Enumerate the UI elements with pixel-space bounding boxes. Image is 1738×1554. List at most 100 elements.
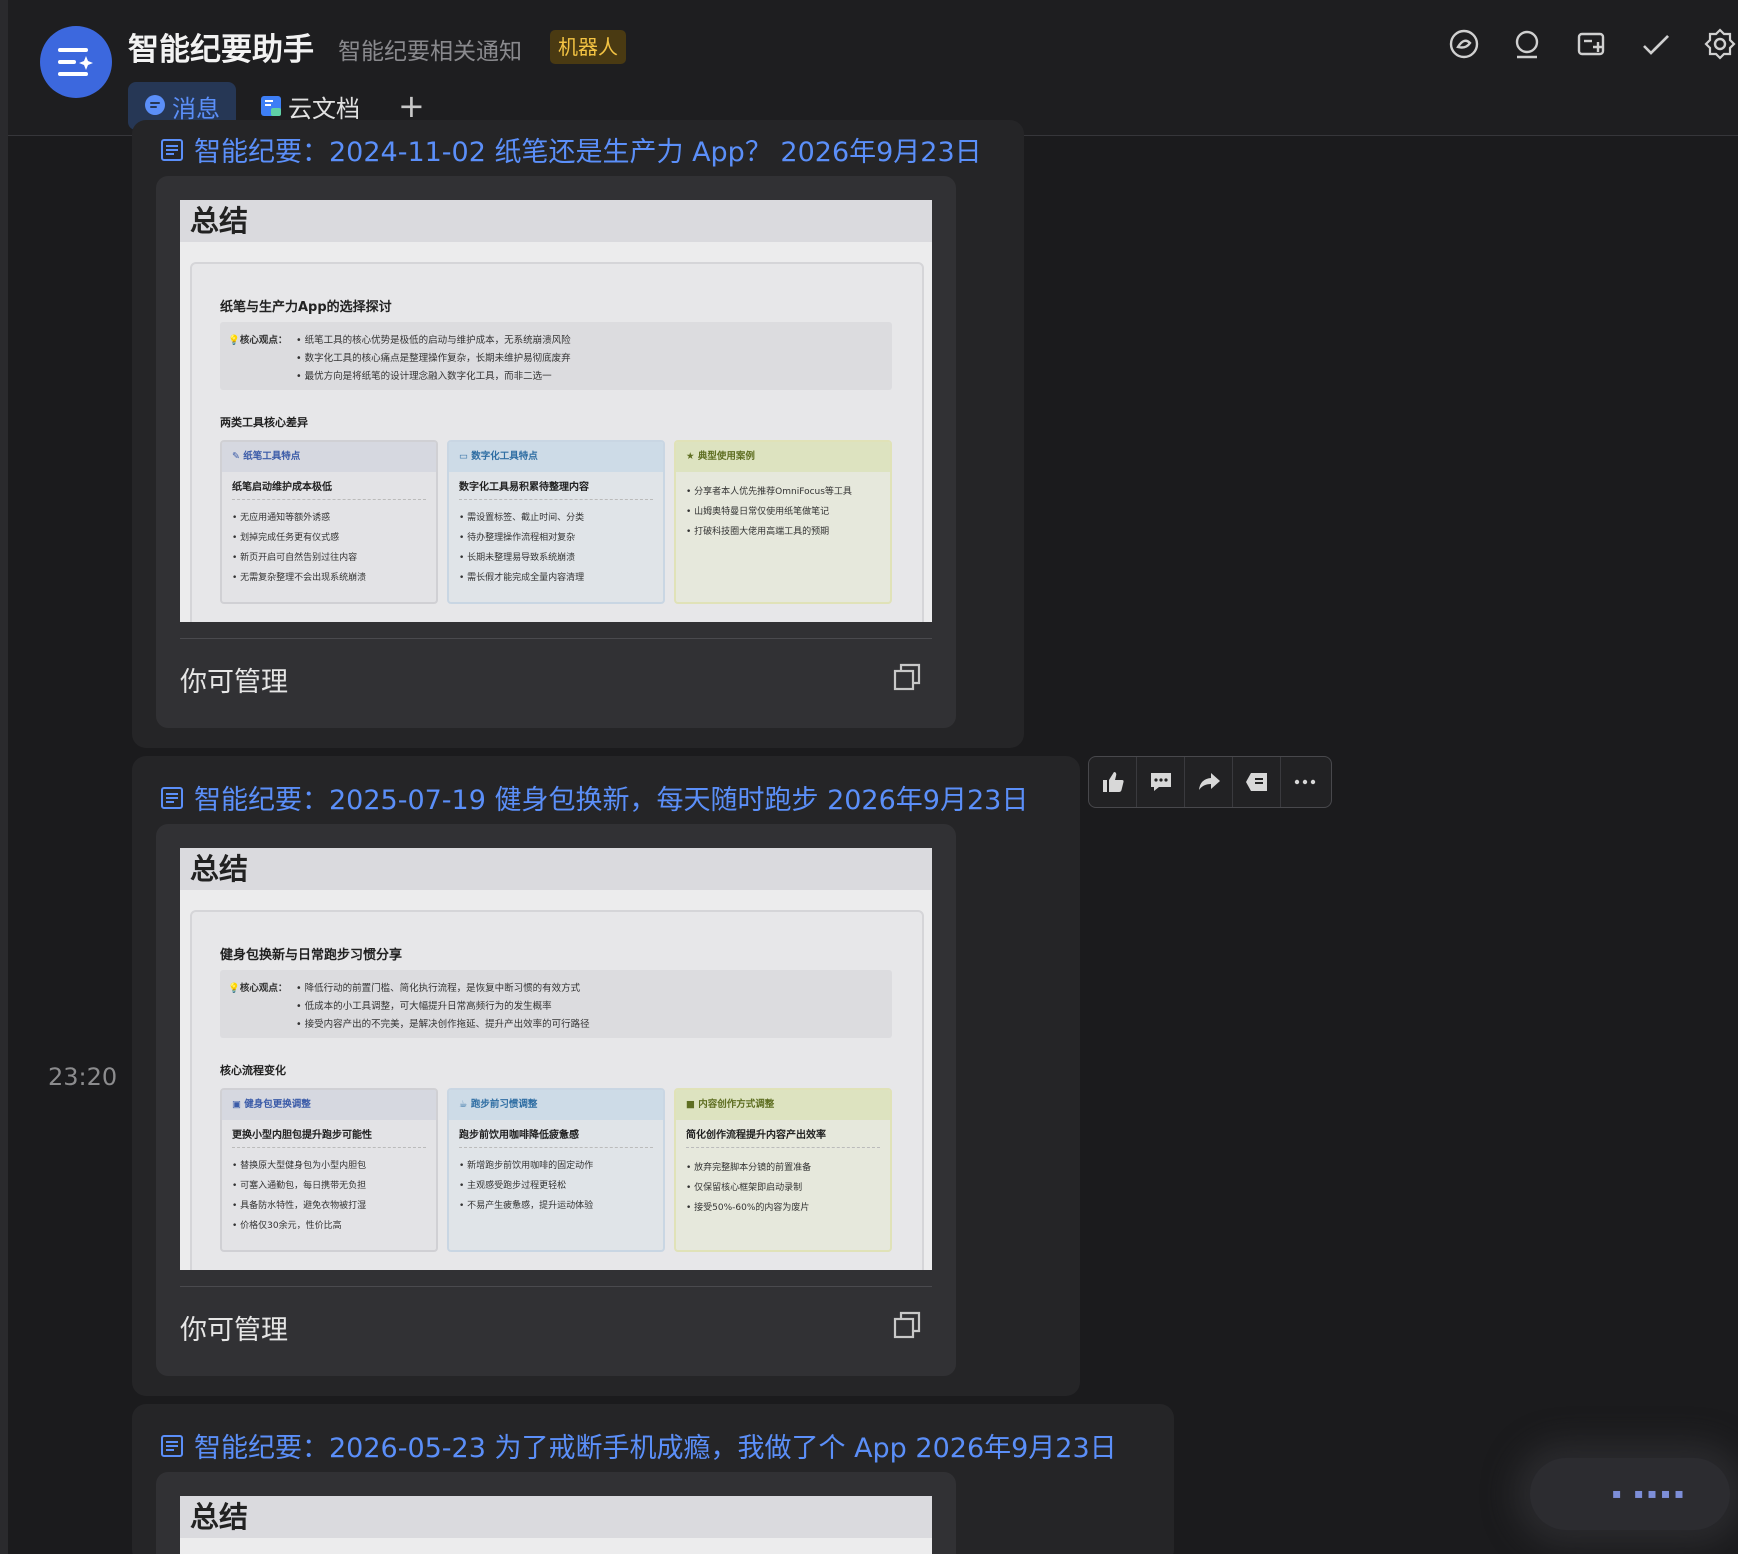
card-footer-text: 你可管理 — [180, 1315, 288, 1346]
message-action-toolbar — [1088, 756, 1332, 808]
forward-icon[interactable] — [1185, 757, 1233, 807]
column-head-text: 数字化工具特点 — [471, 451, 538, 462]
quote-icon[interactable] — [1233, 757, 1281, 807]
summary-card[interactable]: 总结 纸笔与生产力App的选择探讨 💡核心观点： 纸笔工具的核心优势是极低的启动… — [156, 176, 956, 728]
column-head-text: 跑步前习惯调整 — [470, 1099, 538, 1110]
core-point: 降低行动的前置门槛、简化执行流程，是恢复中断习惯的有效方式 — [296, 980, 590, 998]
left-frame — [0, 0, 8, 1554]
column-card: ▣ 健身包更换调整 更换小型内胆包提升跑步可能性 替换原大型健身包为小型内胆包 … — [220, 1088, 438, 1252]
column-item: 具备防水特性，避免衣物被打湿 — [232, 1196, 426, 1216]
column-item: 划掉完成任务更有仪式感 — [232, 528, 426, 548]
column-sub: 数字化工具易积累待整理内容 — [459, 478, 653, 500]
summary-preview-image[interactable]: 总结 健身包换新与日常跑步习惯分享 💡核心观点： 降低行动的前置门槛、简化执行流… — [180, 848, 932, 1270]
column-sub: 跑步前饮用咖啡降低疲惫感 — [459, 1126, 653, 1148]
column-items: 放弃完整脚本分镜的前置准备 仅保留核心框架即启动录制 接受50%-60%的内容为… — [676, 1148, 890, 1226]
doc-title: 纸笔与生产力App的选择探讨 — [220, 300, 392, 315]
column-item: 接受50%-60%的内容为废片 — [686, 1198, 880, 1218]
message-bubble[interactable]: 智能纪要：2025-07-19 健身包换新，每天随时跑步 2026年9月23日 … — [132, 756, 1080, 1396]
pin-icon[interactable] — [1446, 26, 1482, 62]
column-item: 替换原大型健身包为小型内胆包 — [232, 1156, 426, 1176]
message-title-link[interactable]: 智能纪要：2025-07-19 健身包换新，每天随时跑步 2026年9月23日 — [160, 778, 1028, 817]
column-head-text: 内容创作方式调整 — [698, 1099, 775, 1110]
summary-doc-panel: 纸笔与生产力App的选择探讨 💡核心观点： 纸笔工具的核心优势是极低的启动与维护… — [190, 262, 924, 622]
chat-bubble-icon — [145, 95, 165, 115]
summary-doc-panel: 健身包换新与日常跑步习惯分享 💡核心观点： 降低行动的前置门槛、简化执行流程，是… — [190, 910, 924, 1270]
core-point: 接受内容产出的不完美，是解决创作拖延、提升产出效率的可行路径 — [296, 1016, 590, 1034]
document-icon — [161, 1434, 183, 1457]
section-title: 核心流程变化 — [220, 1064, 286, 1077]
column-items: 需设置标签、截止时间、分类 待办整理操作流程相对复杂 长期未整理易导致系统崩溃 … — [449, 500, 663, 596]
header-actions — [1446, 26, 1738, 62]
column-head: ★ 典型使用案例 — [676, 442, 890, 472]
summary-card[interactable]: 总结 健身包换新与日常跑步习惯分享 💡核心观点： 降低行动的前置门槛、简化执行流… — [156, 824, 956, 1376]
chat-title: 智能纪要助手 — [128, 32, 314, 68]
bot-avatar[interactable] — [40, 26, 112, 98]
message-timestamp: 23:20 — [48, 1063, 118, 1091]
column-item: 无应用通知等额外诱惑 — [232, 508, 426, 528]
column-head-text: 纸笔工具特点 — [243, 451, 301, 462]
core-point: 数字化工具的核心痛点是整理操作复杂，长期未维护易彻底废弃 — [296, 350, 571, 368]
check-icon[interactable] — [1638, 26, 1674, 62]
column-head-text: 健身包更换调整 — [244, 1099, 311, 1110]
column-item: 新页开启可自然告别过往内容 — [232, 548, 426, 568]
column-sub: 纸笔启动维护成本极低 — [232, 478, 426, 500]
chat-header: 智能纪要助手 智能纪要相关通知 机器人 消息 云文档 + — [8, 0, 1738, 136]
message-bubble[interactable]: 智能纪要：2024-11-02 纸笔还是生产力 App？ 2026年9月23日 … — [132, 120, 1024, 748]
comment-icon[interactable] — [1137, 757, 1185, 807]
message-title-link[interactable]: 智能纪要：2026-05-23 为了戒断手机成瘾，我做了个 App 2026年9… — [160, 1426, 1117, 1465]
message-title-text: 智能纪要：2026-05-23 为了戒断手机成瘾，我做了个 App 2026年9… — [194, 1433, 1117, 1464]
message-bubble[interactable]: 智能纪要：2026-05-23 为了戒断手机成瘾，我做了个 App 2026年9… — [132, 1404, 1174, 1554]
column-items: 替换原大型健身包为小型内胆包 可塞入通勤包，每日携带无负担 具备防水特性，避免衣… — [222, 1148, 436, 1244]
column-item: 不易产生疲惫感，提升运动体验 — [459, 1196, 653, 1216]
core-points-box: 💡核心观点： 纸笔工具的核心优势是极低的启动与维护成本，无系统崩溃风险 数字化工… — [220, 322, 892, 390]
tab-messages-label: 消息 — [172, 94, 220, 123]
summary-preview-image[interactable]: 总结 纸笔与生产力App的选择探讨 💡核心观点： 纸笔工具的核心优势是极低的启动… — [180, 200, 932, 622]
column-head-text: 典型使用案例 — [697, 451, 755, 462]
search-icon[interactable] — [1510, 26, 1546, 62]
card-divider — [180, 1286, 932, 1287]
column-card: ☕ 跑步前习惯调整 跑步前饮用咖啡降低疲惫感 新增跑步前饮用咖啡的固定动作 主观… — [447, 1088, 665, 1252]
core-point: 纸笔工具的核心优势是极低的启动与维护成本，无系统崩溃风险 — [296, 332, 571, 350]
column-head: ▭ 数字化工具特点 — [449, 442, 663, 472]
column-item: 分享者本人优先推荐OmniFocus等工具 — [686, 482, 880, 502]
core-points-list: 降低行动的前置门槛、简化执行流程，是恢复中断习惯的有效方式 低成本的小工具调整，… — [296, 980, 590, 1034]
column-card: ■ 内容创作方式调整 简化创作流程提升内容产出效率 放弃完整脚本分镜的前置准备 … — [674, 1088, 892, 1252]
copy-icon[interactable] — [892, 1310, 922, 1340]
column-item: 主观感受跑步过程更轻松 — [459, 1176, 653, 1196]
column-item: 无需复杂整理不会出现系统崩溃 — [232, 568, 426, 588]
bulb-icon: 💡 — [228, 983, 240, 994]
tab-cloud-docs-label: 云文档 — [288, 94, 360, 123]
column-item: 待办整理操作流程相对复杂 — [459, 528, 653, 548]
core-point: 最优方向是将纸笔的设计理念融入数字化工具，而非二选一 — [296, 368, 571, 386]
column-items: 无应用通知等额外诱惑 划掉完成任务更有仪式感 新页开启可自然告别过往内容 无需复… — [222, 500, 436, 596]
more-icon[interactable] — [1281, 757, 1329, 807]
column-head: ✎ 纸笔工具特点 — [222, 442, 436, 472]
chat-subtitle: 智能纪要相关通知 — [338, 39, 522, 65]
core-label: 💡核心观点： — [228, 980, 287, 994]
message-title-text: 智能纪要：2025-07-19 健身包换新，每天随时跑步 2026年9月23日 — [194, 785, 1029, 816]
copy-icon[interactable] — [892, 662, 922, 692]
floating-button-decoration: ▪ ▪▪▪▪ — [1612, 1486, 1688, 1502]
gear-icon[interactable] — [1702, 26, 1738, 62]
column-item: 需设置标签、截止时间、分类 — [459, 508, 653, 528]
column-head: ☕ 跑步前习惯调整 — [449, 1090, 663, 1120]
doc-title: 健身包换新与日常跑步习惯分享 — [220, 948, 403, 963]
column-item: 打破科技圈大佬用高端工具的预期 — [686, 522, 880, 542]
new-chat-icon[interactable] — [1574, 26, 1610, 62]
column-item: 可塞入通勤包，每日携带无负担 — [232, 1176, 426, 1196]
core-point: 低成本的小工具调整，可大幅提升日常高频行为的发生概率 — [296, 998, 590, 1016]
summary-card[interactable]: 总结 — [156, 1472, 956, 1554]
message-title-link[interactable]: 智能纪要：2024-11-02 纸笔还是生产力 App？ 2026年9月23日 — [160, 130, 982, 169]
summary-heading: 总结 — [180, 1496, 932, 1538]
message-title-text: 智能纪要：2024-11-02 纸笔还是生产力 App？ 2026年9月23日 — [194, 137, 982, 168]
column-item: 仅保留核心框架即启动录制 — [686, 1178, 880, 1198]
thumbs-up-icon[interactable] — [1089, 757, 1137, 807]
core-points-list: 纸笔工具的核心优势是极低的启动与维护成本，无系统崩溃风险 数字化工具的核心痛点是… — [296, 332, 571, 386]
column-item: 放弃完整脚本分镜的前置准备 — [686, 1158, 880, 1178]
card-footer-text: 你可管理 — [180, 667, 288, 698]
document-icon — [161, 786, 183, 809]
column-item: 价格仅30余元，性价比高 — [232, 1216, 426, 1236]
section-title: 两类工具核心差异 — [220, 416, 308, 429]
column-head: ▣ 健身包更换调整 — [222, 1090, 436, 1120]
summary-preview-image[interactable]: 总结 — [180, 1496, 932, 1554]
